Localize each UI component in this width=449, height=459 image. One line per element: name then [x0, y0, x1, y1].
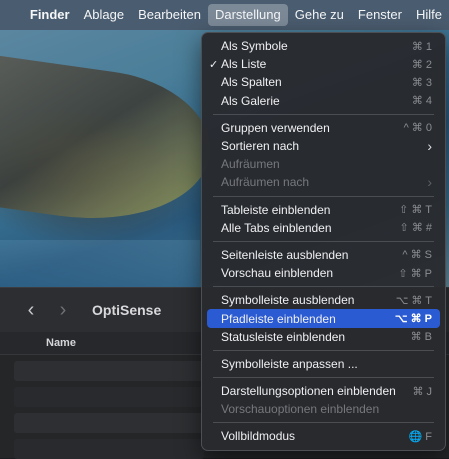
menu-hilfe[interactable]: Hilfe — [409, 4, 449, 26]
menu-separator — [213, 240, 434, 242]
menu-item-shortcut: ⌥ ⌘ P — [394, 313, 432, 326]
menu-item-label: Symbolleiste ausblenden — [221, 293, 355, 308]
menu-fenster[interactable]: Fenster — [351, 4, 409, 26]
menu-finder[interactable]: Finder — [23, 4, 77, 26]
menu-item-shortcut: ⇧ ⌘ T — [399, 204, 432, 217]
menu-item-label: Als Galerie — [221, 93, 280, 108]
chevron-right-icon: › — [427, 138, 432, 155]
menu-separator — [213, 422, 434, 424]
wallpaper-landmass — [0, 54, 220, 236]
menu-bearbeiten[interactable]: Bearbeiten — [131, 4, 208, 26]
menu-item-label: Als Liste — [221, 57, 267, 72]
menu-item-als-spalten[interactable]: Als Spalten ⌘ 3 — [207, 73, 440, 91]
menu-item-alle-tabs-einblenden[interactable]: Alle Tabs einblenden ⇧ ⌘ # — [207, 219, 440, 237]
menu-item-label: Vorschau einblenden — [221, 266, 334, 281]
menu-item-symbolleiste-anpassen[interactable]: Symbolleiste anpassen ... — [207, 355, 440, 373]
menu-item-label: Alle Tabs einblenden — [221, 220, 332, 235]
menu-item-als-liste[interactable]: ✓ Als Liste ⌘ 2 — [207, 55, 440, 73]
menu-item-shortcut: ⌘ B — [410, 331, 432, 344]
list-row[interactable] — [14, 361, 204, 381]
menu-darstellung[interactable]: Darstellung — [207, 4, 288, 26]
darstellung-menu: Als Symbole ⌘ 1 ✓ Als Liste ⌘ 2 Als Spal… — [201, 32, 446, 451]
list-row[interactable] — [14, 439, 204, 459]
list-row[interactable] — [14, 387, 204, 407]
menu-item-symbolleiste-ausblenden[interactable]: Symbolleiste ausblenden ⌥ ⌘ T — [207, 291, 440, 309]
menu-item-pfadleiste-einblenden[interactable]: Pfadleiste einblenden ⌥ ⌘ P — [207, 309, 440, 328]
menu-item-shortcut: ⌘ J — [412, 385, 432, 398]
menu-item-label: Symbolleiste anpassen ... — [221, 356, 358, 371]
menu-item-vollbildmodus[interactable]: Vollbildmodus 🌐 F — [207, 427, 440, 445]
menu-item-label: Vollbildmodus — [221, 429, 296, 444]
menu-item-shortcut: ⇧ ⌘ P — [398, 267, 432, 280]
menu-item-label: Als Spalten — [221, 75, 282, 90]
menu-separator — [213, 377, 434, 378]
menu-item-shortcut: ⌥ ⌘ T — [395, 294, 432, 307]
menu-item-label: Sortieren nach — [221, 139, 300, 154]
menu-item-label: Als Symbole — [221, 39, 288, 54]
menu-item-als-symbole[interactable]: Als Symbole ⌘ 1 — [207, 37, 440, 55]
menu-item-shortcut: ⌘ 4 — [411, 95, 432, 108]
menu-item-shortcut: ⇧ ⌘ # — [399, 222, 432, 235]
menu-separator — [213, 113, 434, 115]
menu-item-vorschauoptionen: Vorschauoptionen einblenden — [207, 400, 440, 418]
menu-item-shortcut: ⌘ 3 — [411, 76, 432, 89]
menu-item-label: Statusleiste einblenden — [221, 329, 346, 344]
window-title: OptiSense — [92, 302, 162, 318]
menu-separator — [213, 286, 434, 288]
menu-item-label: Gruppen verwenden — [221, 120, 330, 135]
menu-item-vorschau-einblenden[interactable]: Vorschau einblenden ⇧ ⌘ P — [207, 264, 440, 282]
back-button[interactable]: ‹ — [20, 299, 42, 322]
menu-item-gruppen-verwenden[interactable]: Gruppen verwenden ^ ⌘ 0 — [207, 119, 440, 137]
menu-item-aufraeumen-nach: Aufräumen nach › — [207, 173, 440, 191]
menu-item-shortcut: ^ ⌘ S — [402, 249, 432, 262]
menu-item-label: Aufräumen — [221, 157, 280, 172]
menu-bar: Finder Ablage Bearbeiten Darstellung Geh… — [0, 0, 449, 30]
menu-item-label: Tableiste einblenden — [221, 202, 331, 217]
forward-button[interactable]: › — [52, 299, 74, 322]
menu-separator — [213, 195, 434, 197]
menu-item-label: Darstellungsoptionen einblenden — [221, 384, 396, 399]
menu-item-label: Aufräumen nach — [221, 175, 310, 190]
menu-item-label: Pfadleiste einblenden — [221, 311, 336, 326]
menu-item-seitenleiste-ausblenden[interactable]: Seitenleiste ausblenden ^ ⌘ S — [207, 246, 440, 264]
menu-item-als-galerie[interactable]: Als Galerie ⌘ 4 — [207, 92, 440, 110]
menu-item-sortieren-nach[interactable]: Sortieren nach › — [207, 137, 440, 155]
menu-item-label: Seitenleiste ausblenden — [221, 247, 349, 262]
list-row[interactable] — [14, 413, 204, 433]
menu-separator — [213, 349, 434, 351]
menu-item-shortcut: ⌘ 2 — [411, 58, 432, 71]
menu-item-aufraeumen: Aufräumen — [207, 155, 440, 173]
menu-gehe-zu[interactable]: Gehe zu — [288, 4, 351, 26]
chevron-right-icon: › — [427, 174, 432, 191]
menu-ablage[interactable]: Ablage — [77, 4, 131, 26]
checkmark-icon: ✓ — [209, 58, 219, 71]
menu-item-shortcut: 🌐 F — [408, 430, 432, 443]
menu-item-shortcut: ⌘ 1 — [411, 40, 432, 53]
menu-item-label: Vorschauoptionen einblenden — [221, 402, 380, 417]
menu-item-darstellungsoptionen[interactable]: Darstellungsoptionen einblenden ⌘ J — [207, 382, 440, 400]
menu-item-tableiste-einblenden[interactable]: Tableiste einblenden ⇧ ⌘ T — [207, 201, 440, 219]
menu-item-statusleiste-einblenden[interactable]: Statusleiste einblenden ⌘ B — [207, 328, 440, 346]
menu-item-shortcut: ^ ⌘ 0 — [403, 122, 432, 135]
